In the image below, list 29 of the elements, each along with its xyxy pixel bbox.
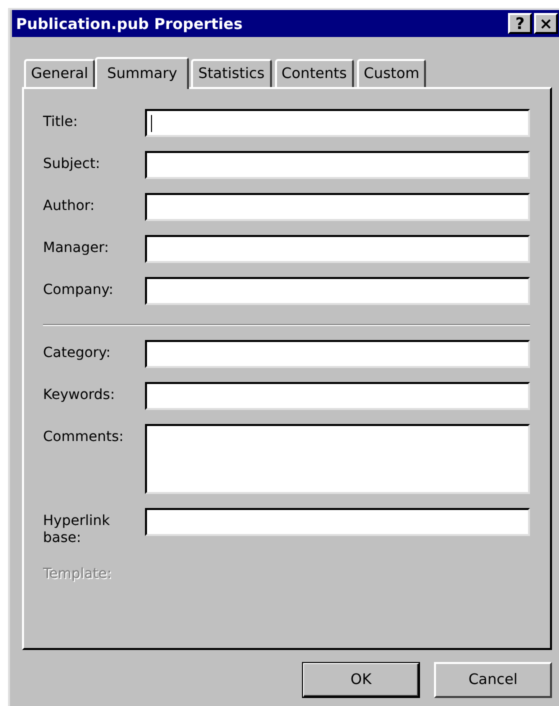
window-title: Publication.pub Properties (16, 14, 244, 32)
text-field[interactable] (145, 508, 530, 536)
text-field[interactable] (145, 151, 530, 179)
tab[interactable]: Summary (95, 57, 190, 89)
tab[interactable]: Statistics (191, 59, 272, 87)
tab[interactable]: Contents (274, 59, 354, 87)
cancel-button[interactable]: Cancel (434, 662, 552, 698)
text-field[interactable] (145, 193, 530, 221)
close-button[interactable]: × (534, 13, 558, 34)
field-label: Manager: (43, 239, 110, 257)
field-label: Author: (43, 197, 96, 215)
tab[interactable]: Custom (356, 59, 426, 87)
text-field[interactable] (145, 277, 530, 305)
tab[interactable]: General (24, 59, 96, 87)
help-button[interactable]: ? (508, 13, 532, 34)
text-field[interactable] (145, 235, 530, 263)
field-label: Company: (43, 281, 114, 299)
field-label: Hyperlink base: (43, 512, 111, 547)
field-label: Category: (43, 344, 112, 362)
field-label: Template: (43, 565, 113, 583)
text-field[interactable] (145, 424, 530, 494)
text-field[interactable] (145, 382, 530, 410)
text-field[interactable] (145, 340, 530, 368)
ok-button[interactable]: OK (302, 662, 420, 698)
text-field[interactable] (145, 109, 530, 137)
field-label: Keywords: (43, 386, 116, 404)
field-label: Title: (43, 113, 79, 131)
field-label: Comments: (43, 428, 125, 446)
field-label: Subject: (43, 155, 102, 173)
